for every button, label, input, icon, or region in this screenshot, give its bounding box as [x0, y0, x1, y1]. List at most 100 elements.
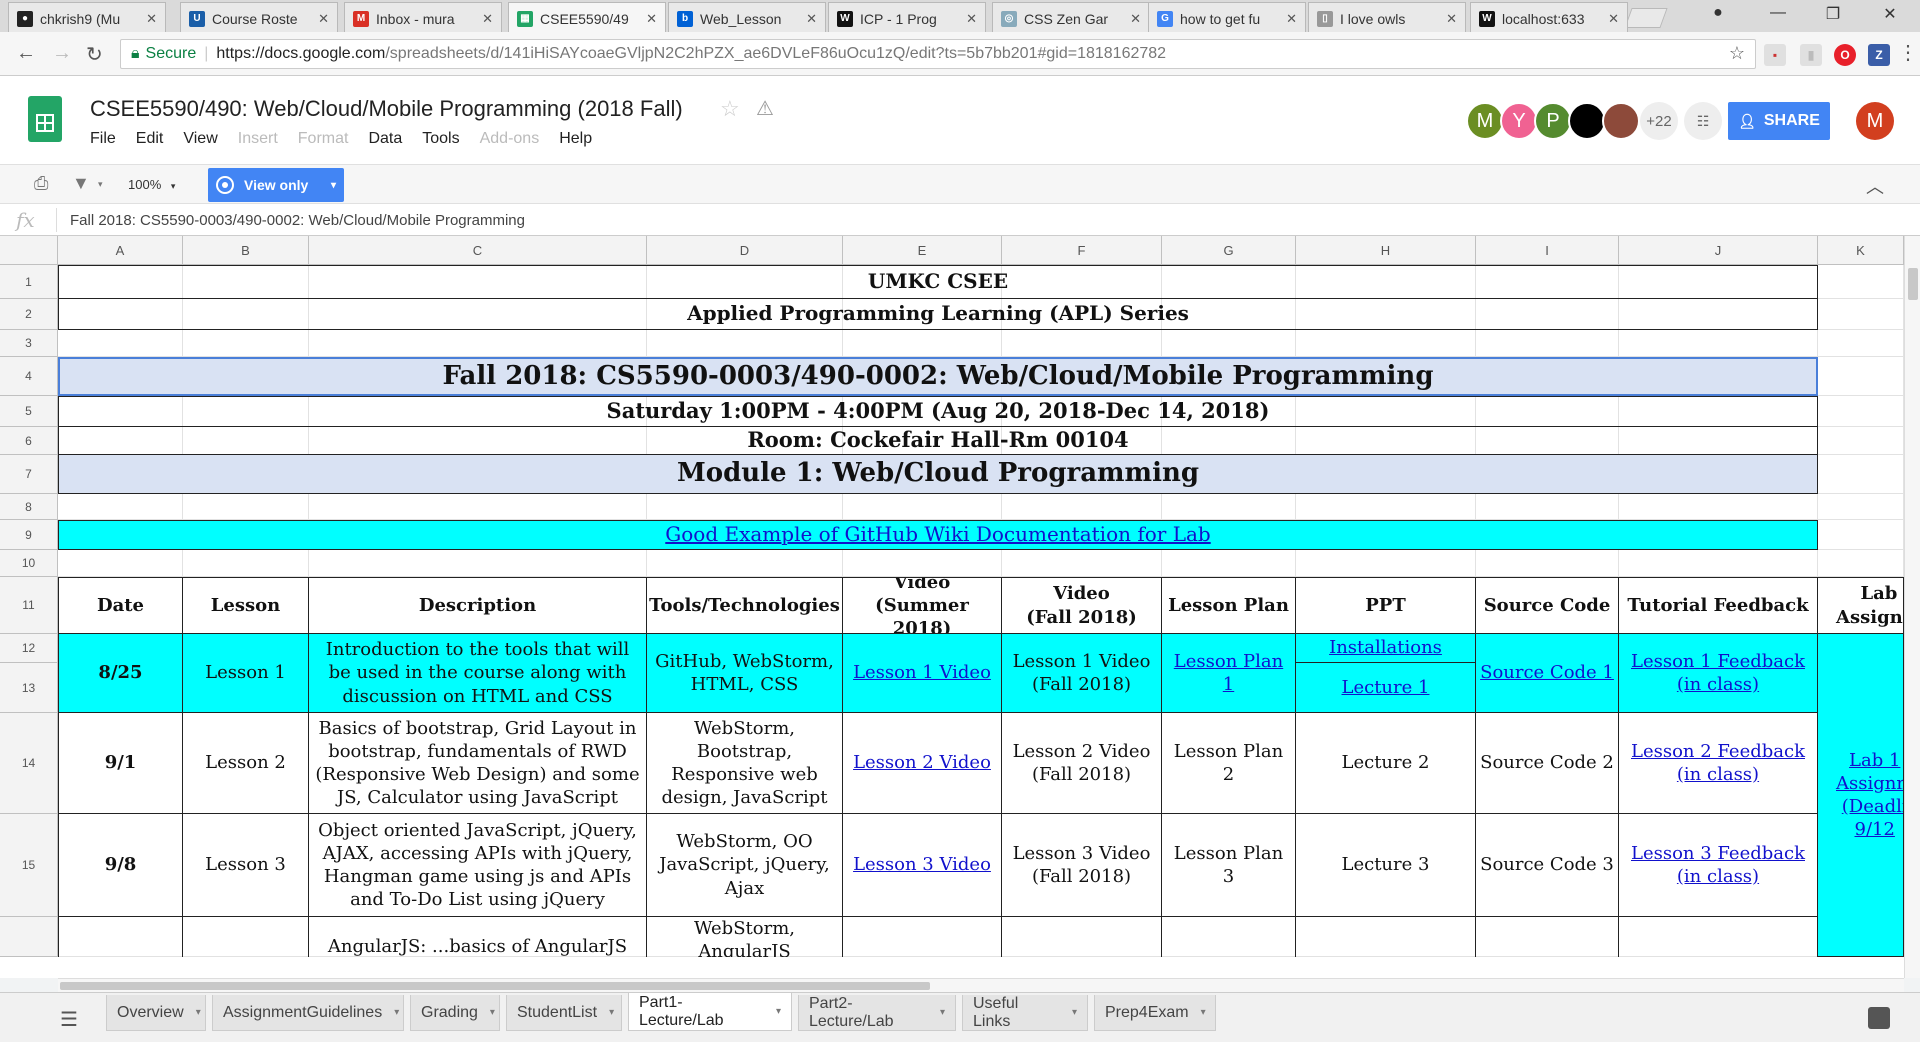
collaborator-avatar[interactable]: P	[1534, 102, 1572, 140]
menu-item-view[interactable]: View	[183, 130, 217, 148]
opera-extension-icon[interactable]: O	[1834, 44, 1856, 66]
source-code[interactable]: Source Code 1	[1480, 661, 1614, 684]
row-header-7[interactable]: 7	[0, 455, 58, 494]
filter-dropdown-icon[interactable]: ▾	[98, 179, 103, 190]
browser-tab[interactable]: Ghow to get fu ✕	[1148, 2, 1306, 34]
share-button[interactable]: 👤︎ SHARE	[1728, 102, 1830, 140]
tutorial-feedback-link[interactable]: Lesson 3 Feedback (in class)	[1623, 842, 1813, 888]
grid-cell[interactable]	[309, 330, 647, 357]
print-icon[interactable]: ⎙	[34, 173, 48, 194]
grid-cell[interactable]	[58, 330, 183, 357]
column-header-d[interactable]: D	[647, 236, 843, 265]
collaborator-avatar[interactable]: M	[1466, 102, 1504, 140]
collaborator-avatar[interactable]: Y	[1500, 102, 1538, 140]
ppt-installations-cell[interactable]: Installations	[1296, 634, 1476, 663]
close-tab-icon[interactable]: ✕	[1446, 11, 1457, 27]
grid-cell[interactable]	[843, 494, 1002, 520]
more-collaborators-badge[interactable]: +22	[1640, 102, 1678, 140]
browser-tab[interactable]: ▦ CSEE5590/49 ✕	[508, 2, 666, 34]
grid-cell[interactable]	[1818, 299, 1904, 330]
bookmark-star-icon[interactable]: ☆	[1729, 43, 1745, 64]
spreadsheet-grid[interactable]: A B C D E F G H I J K 1 2 3 4 5 6 7 8 9 10 11 12 13 14 15 UMKC CSE…	[0, 236, 1920, 978]
grid-cell[interactable]	[1476, 494, 1619, 520]
browser-tab[interactable]: ▯ I love owls ✕	[1308, 2, 1466, 34]
grid-cell[interactable]	[183, 494, 309, 520]
sheet-tab-part2-lecture-lab[interactable]: Part2-Lecture/Lab ▾	[798, 995, 956, 1031]
menu-item-insert[interactable]: Insert	[238, 130, 278, 148]
row-header-11[interactable]: 11	[0, 577, 58, 634]
grid-cell[interactable]	[309, 550, 647, 577]
row-header-1[interactable]: 1	[0, 265, 58, 299]
grid-cell[interactable]	[1818, 330, 1904, 357]
grid-cell[interactable]	[58, 494, 183, 520]
wiki-documentation-link[interactable]: Good Example of GitHub Wiki Documentatio…	[665, 522, 1210, 548]
menu-item-help[interactable]: Help	[559, 130, 592, 148]
new-tab-button[interactable]	[1624, 8, 1668, 28]
chrome-menu-icon[interactable]: ⋮	[1898, 40, 1918, 65]
sheet-tab-overview[interactable]: Overview ▾	[106, 995, 206, 1031]
row-header-10[interactable]: 10	[0, 550, 58, 577]
grid-cell[interactable]	[1162, 494, 1296, 520]
grid-cell[interactable]	[1818, 455, 1904, 494]
grid-cell[interactable]	[1619, 330, 1818, 357]
close-tab-icon[interactable]: ✕	[318, 11, 329, 27]
browser-tab[interactable]: W ICP - 1 Prog ✕	[828, 2, 986, 34]
pdf-extension-icon[interactable]: ▪	[1764, 44, 1786, 66]
profile-icon[interactable]: ●	[1700, 4, 1736, 22]
lesson-plan[interactable]: Lesson Plan 1	[1166, 650, 1291, 696]
row-header-6[interactable]: 6	[0, 427, 58, 455]
row-header-8[interactable]: 8	[0, 494, 58, 520]
close-tab-icon[interactable]: ✕	[646, 11, 657, 27]
grid-cell[interactable]	[183, 330, 309, 357]
close-tab-icon[interactable]: ✕	[1286, 11, 1297, 27]
grid-cell[interactable]	[1296, 550, 1476, 577]
grid-cell[interactable]	[58, 550, 183, 577]
column-header-c[interactable]: C	[309, 236, 647, 265]
browser-tab[interactable]: ● chkrish9 (Mu ✕	[8, 2, 166, 34]
column-header-f[interactable]: F	[1002, 236, 1162, 265]
row-header[interactable]	[0, 917, 58, 957]
column-header-j[interactable]: J	[1619, 236, 1818, 265]
sheet-tab-studentlist[interactable]: StudentList ▾	[506, 995, 622, 1031]
filter-icon[interactable]: ▼	[72, 173, 90, 194]
lab-assignment-link[interactable]: Lab 1 Assignm (Deadli 9/12	[1836, 749, 1903, 841]
close-tab-icon[interactable]: ✕	[806, 11, 817, 27]
close-tab-icon[interactable]: ✕	[1130, 11, 1141, 27]
grid-cell[interactable]	[647, 550, 843, 577]
grid-cell[interactable]	[1818, 357, 1904, 396]
chevron-down-icon[interactable]: ▾	[776, 1006, 781, 1017]
forward-icon[interactable]: →	[52, 42, 72, 65]
grid-cell[interactable]	[1476, 550, 1619, 577]
grid-cell[interactable]	[183, 550, 309, 577]
close-window-icon[interactable]: ✕	[1872, 4, 1908, 24]
summer-video-link-cell[interactable]: Lesson 1 Video	[843, 634, 1002, 713]
tutorial-feedback-link-cell[interactable]: Lesson 1 Feedback (in class)	[1619, 634, 1818, 713]
grid-cell[interactable]	[1818, 550, 1904, 577]
vertical-scroll-thumb[interactable]	[1908, 268, 1918, 300]
grid-cell[interactable]	[647, 330, 843, 357]
grid-cell[interactable]	[1002, 550, 1162, 577]
chevron-down-icon[interactable]: ▾	[394, 1007, 399, 1018]
grid-cell[interactable]	[1002, 330, 1162, 357]
row-header-5[interactable]: 5	[0, 396, 58, 427]
back-icon[interactable]: ←	[16, 42, 36, 65]
column-header-a[interactable]: A	[58, 236, 183, 265]
menu-item-addons[interactable]: Add-ons	[480, 130, 540, 148]
grid-cell[interactable]	[647, 494, 843, 520]
wiki-link-cell[interactable]: Good Example of GitHub Wiki Documentatio…	[58, 520, 1818, 550]
horizontal-scroll-thumb[interactable]	[60, 982, 930, 990]
ppt-lecture-cell[interactable]: Lecture 1	[1296, 663, 1476, 713]
menu-item-tools[interactable]: Tools	[422, 130, 459, 148]
grid-cell[interactable]	[1619, 550, 1818, 577]
summer-video-link-cell[interactable]: Lesson 3 Video	[843, 814, 1002, 917]
tutorial-feedback-link-cell[interactable]: Lesson 2 Feedback (in class)	[1619, 713, 1818, 814]
browser-tab[interactable]: U Course Roste ✕	[180, 2, 338, 34]
grid-cell[interactable]	[1818, 265, 1904, 299]
move-to-folder-icon[interactable]: ⚠︎	[756, 96, 774, 121]
column-header-i[interactable]: I	[1476, 236, 1619, 265]
chevron-down-icon[interactable]: ▾	[196, 1007, 201, 1018]
extension-icon[interactable]: ▮	[1800, 44, 1822, 66]
sheet-tab-useful-links[interactable]: Useful Links ▾	[962, 995, 1088, 1031]
all-sheets-icon[interactable]: ☰	[60, 1007, 78, 1032]
collaborator-avatar[interactable]	[1602, 102, 1640, 140]
